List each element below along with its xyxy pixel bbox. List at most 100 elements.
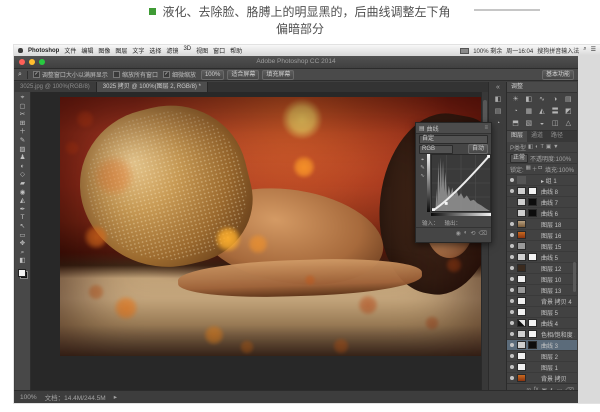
menu-item[interactable]: 滤镜 — [166, 46, 178, 55]
checkbox-icon[interactable] — [32, 71, 40, 78]
curves-footer-icon[interactable]: ◐ — [464, 230, 468, 236]
tool-icon[interactable]: ◧ — [15, 257, 30, 266]
apple-icon[interactable] — [18, 48, 23, 53]
status-item[interactable]: 周一16:04 — [506, 46, 533, 55]
adjustment-icon[interactable]: ◧ — [522, 94, 535, 106]
status-item[interactable]: ☰ — [591, 46, 596, 55]
panel-menu-icon[interactable]: ≡ — [484, 125, 488, 131]
window-title-bar[interactable]: Adobe Photoshop CC 2014 — [14, 56, 578, 69]
document-tab[interactable]: 3025.jpg @ 100%(RGB/8) — [14, 82, 97, 92]
layer-thumbnail[interactable] — [517, 275, 539, 283]
opacity-field[interactable]: 不透明度:100% — [530, 154, 571, 163]
workspace-switcher[interactable]: 基本功能 — [541, 69, 574, 80]
adjustment-icon[interactable]: ◒ — [535, 118, 548, 130]
curves-footer-icon[interactable]: ◉ — [456, 230, 461, 237]
adjustment-icon[interactable]: 〓 — [549, 106, 562, 118]
visibility-toggle-icon[interactable] — [510, 222, 514, 226]
layer-thumbnail[interactable] — [517, 297, 539, 305]
layer-row[interactable]: 背景 拷贝 4 — [507, 296, 577, 307]
layer-thumbnail[interactable] — [517, 176, 539, 184]
tool-icon[interactable]: ▨ — [15, 146, 30, 155]
layer-thumbnail[interactable] — [517, 341, 539, 349]
lock-icon[interactable]: ＋ — [532, 165, 538, 173]
curves-footer-icon[interactable]: ⌫ — [479, 230, 487, 237]
filter-icon[interactable]: ▣ — [546, 144, 551, 150]
curves-tool-icon[interactable]: ∿ — [420, 172, 425, 180]
layer-row[interactable]: 图层 15 — [507, 241, 577, 252]
menu-item[interactable]: 文件 — [64, 46, 76, 55]
menu-item[interactable]: 选择 — [149, 46, 161, 55]
tool-icon[interactable]: ▢ — [15, 103, 30, 112]
layer-row[interactable]: 图层 5 — [507, 307, 577, 318]
zoom-tool-icon[interactable]: ⌕ — [18, 71, 22, 79]
filter-icon[interactable]: ◧ — [528, 144, 533, 150]
layer-thumbnail[interactable] — [517, 253, 539, 261]
document-tab[interactable]: 3025 拷贝 @ 100%(图层 2, RGB/8) * — [96, 82, 208, 92]
layer-thumbnail[interactable] — [517, 374, 539, 382]
tool-icon[interactable]: ⌖ — [15, 94, 30, 103]
adjustment-icon[interactable]: ▤ — [562, 94, 575, 106]
status-arrow-icon[interactable]: ▸ — [114, 393, 117, 401]
panel-tab[interactable]: 图层 — [507, 131, 528, 142]
option-button[interactable]: 填充屏幕 — [262, 69, 295, 80]
layer-thumbnail[interactable] — [517, 209, 539, 217]
layer-thumbnail[interactable] — [517, 363, 539, 371]
layer-thumbnail[interactable] — [517, 286, 539, 294]
menu-item[interactable]: 图层 — [115, 46, 127, 55]
curves-tool-icon[interactable]: ✎ — [420, 164, 425, 172]
filter-icon[interactable]: T — [541, 144, 544, 150]
option-button[interactable]: 适合屏幕 — [227, 69, 260, 80]
visibility-toggle-icon[interactable] — [510, 255, 514, 259]
visibility-toggle-icon[interactable] — [510, 277, 514, 281]
layer-row[interactable]: 图层 2 — [507, 351, 577, 362]
layer-row[interactable]: 图层 1 — [507, 362, 577, 373]
tool-icon[interactable]: ▭ — [15, 232, 30, 241]
menu-item[interactable]: 窗口 — [213, 46, 225, 55]
collapsed-panel-icon[interactable]: « — [489, 82, 507, 94]
tool-icon[interactable]: ♟ — [15, 154, 30, 163]
curves-tool-icon[interactable]: ⌖ — [421, 156, 424, 164]
adjustment-icon[interactable]: ▧ — [522, 118, 535, 130]
option-checkbox[interactable]: 细微缩放 — [162, 70, 196, 79]
layer-row[interactable]: 曲线 8 — [507, 186, 577, 197]
menu-item[interactable]: 帮助 — [230, 46, 242, 55]
tool-icon[interactable]: ✎ — [15, 137, 30, 146]
adjustment-icon[interactable]: ◔ — [509, 106, 522, 118]
layer-row[interactable]: 曲线 3 — [507, 340, 577, 351]
layer-row[interactable]: 图层 12 — [507, 263, 577, 274]
layer-row[interactable]: ▸ 组 1 — [507, 175, 577, 186]
adjustment-icon[interactable]: △ — [562, 118, 575, 130]
visibility-toggle-icon[interactable] — [510, 321, 514, 325]
visibility-toggle-icon[interactable] — [510, 354, 514, 358]
layer-thumbnail[interactable] — [517, 231, 539, 239]
layer-thumbnail[interactable] — [517, 220, 539, 228]
filter-icon[interactable]: ▼ — [553, 144, 558, 150]
menu-item[interactable]: 3D — [183, 46, 191, 55]
color-swatches[interactable] — [17, 268, 28, 279]
layer-thumbnail[interactable] — [517, 198, 539, 206]
lock-icon[interactable]: ◘ — [538, 165, 541, 173]
channel-select[interactable]: RGB — [419, 144, 453, 154]
lock-icon[interactable]: ▦ — [526, 165, 531, 173]
collapsed-panel-icon[interactable]: ▤ — [489, 106, 507, 118]
layer-row[interactable]: 图层 16 — [507, 230, 577, 241]
layer-thumbnail[interactable] — [517, 187, 539, 195]
visibility-toggle-icon[interactable] — [510, 376, 514, 380]
tool-icon[interactable]: T — [15, 214, 30, 223]
adjustment-icon[interactable]: ◑ — [549, 94, 562, 106]
collapsed-panel-icon[interactable]: ◧ — [489, 94, 507, 106]
layer-row[interactable]: 图层 13 — [507, 285, 577, 296]
adjustment-icon[interactable]: ◭ — [535, 106, 548, 118]
layer-thumbnail[interactable] — [517, 352, 539, 360]
menu-item[interactable]: 视图 — [196, 46, 208, 55]
auto-button[interactable]: 自动 — [467, 144, 488, 154]
adjustment-icon[interactable]: ☀ — [509, 94, 522, 106]
option-button[interactable]: 100% — [200, 69, 225, 80]
tool-icon[interactable]: ◇ — [15, 171, 30, 180]
option-checkbox[interactable]: 调整窗口大小以满屏显示 — [32, 70, 108, 79]
tool-icon[interactable]: ✒ — [15, 206, 30, 215]
tool-icon[interactable]: ⌕ — [15, 249, 30, 258]
tool-icon[interactable]: ◉ — [15, 189, 30, 198]
curves-properties-panel[interactable]: ▤ 曲线 ≡ 自定 RGB 自动 ⌖ ✎ ∿ 输入： 输出： ◉ ◐ ⟲ ⌫ — [415, 122, 492, 243]
visibility-toggle-icon[interactable] — [510, 310, 514, 314]
